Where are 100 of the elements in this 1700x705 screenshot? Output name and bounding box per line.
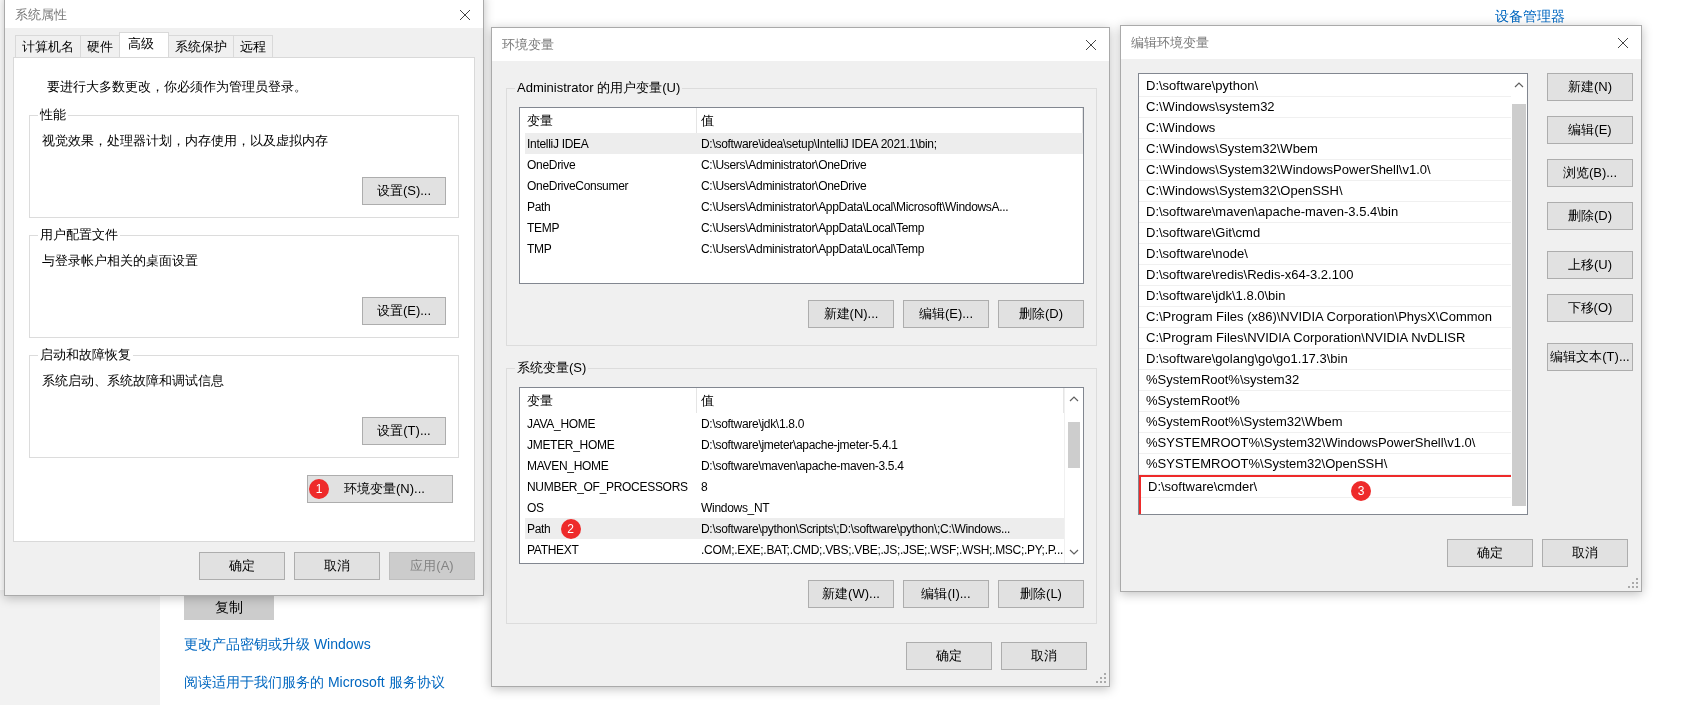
tab[interactable]: 计算机名 [15, 35, 81, 57]
variable-name: TMP [527, 241, 552, 256]
path-entry[interactable]: D:\software\golang\go\go1.17.3\bin [1139, 349, 1511, 370]
dialog-button[interactable]: 取消 [1001, 642, 1087, 670]
list-action-button[interactable]: 删除(D) [1547, 202, 1633, 230]
table-action-button[interactable]: 编辑(E)... [903, 300, 989, 328]
table-row[interactable]: OneDriveConsumer C:\Users\Administrator\OneDrive [525, 175, 1083, 196]
path-entry[interactable]: D:\software\Git\cmd [1139, 223, 1511, 244]
scroll-up-icon[interactable] [1069, 396, 1079, 402]
variable-value: C:\Users\Administrator\AppData\Local\Temp [700, 220, 926, 235]
environment-variables-button[interactable]: 1 环境变量(N)... [307, 475, 453, 503]
table-row[interactable]: TEMP C:\Users\Administrator\AppData\Local\Temp [525, 217, 1083, 238]
table-row[interactable]: TMP C:\Users\Administrator\AppData\Local\Temp [525, 238, 1083, 259]
table-row[interactable]: JAVA_HOME D:\software\jdk\1.8.0 [525, 413, 1064, 434]
list-action-button[interactable]: 下移(O) [1547, 294, 1633, 322]
settings-button[interactable]: 设置(T)... [362, 417, 446, 445]
settings-link[interactable]: 阅读适用于我们服务的 Microsoft 服务协议 [184, 674, 445, 694]
table-row[interactable]: PATHEXT .COM;.EXE;.BAT;.CMD;.VBS;.VBE;.JS;.JSE;.WSF;.WSH;.MSC;.PY;.P... [525, 539, 1064, 560]
settings-link[interactable]: 更改产品密钥或升级 Windows [184, 636, 371, 656]
table-action-button[interactable]: 编辑(I)... [903, 580, 989, 608]
table-row[interactable]: OS Windows_NT [525, 497, 1064, 518]
settings-button[interactable]: 设置(E)... [362, 297, 446, 325]
variable-value: D:\software\maven\apache-maven-3.5.4 [700, 458, 905, 473]
column-header[interactable]: 值 [697, 388, 1064, 413]
scroll-up-icon[interactable] [1514, 82, 1524, 88]
column-header[interactable]: 变量 [525, 388, 697, 413]
path-entry[interactable]: D:\software\jdk\1.8.0\bin [1139, 286, 1511, 307]
path-entry[interactable]: D:\software\redis\Redis-x64-3.2.100 [1139, 265, 1511, 286]
group-description: 视觉效果，处理器计划，内存使用，以及虚拟内存 [42, 132, 329, 150]
device-manager-link[interactable]: 设备管理器 [1495, 8, 1565, 26]
step-marker: 1 [309, 479, 329, 499]
variable-value: 8 [700, 479, 709, 494]
path-entry[interactable]: C:\Windows\System32\OpenSSH\ [1139, 181, 1511, 202]
variable-value: D:\software\jmeter\apache-jmeter-5.4.1 [700, 437, 899, 452]
table-row[interactable]: Path 2 D:\software\python\Scripts\;D:\software\python\;C:\Windows... [525, 518, 1064, 539]
list-action-button[interactable]: 新建(N) [1547, 73, 1633, 101]
variable-value: C:\Users\Administrator\AppData\Local\Microsoft\WindowsA... [700, 199, 1010, 214]
path-entry[interactable]: %SystemRoot% [1139, 391, 1511, 412]
resize-grip-icon[interactable] [1628, 578, 1638, 588]
close-icon[interactable] [1085, 38, 1097, 51]
dialog-button[interactable]: 确定 [906, 642, 992, 670]
table-row[interactable]: OneDrive C:\Users\Administrator\OneDrive [525, 154, 1083, 175]
table-row[interactable]: IntelliJ IDEA D:\software\idea\setup\IntelliJ IDEA 2021.1\bin; [525, 133, 1083, 154]
admin-notice: 要进行大多数更改，你必须作为管理员登录。 [47, 78, 308, 96]
path-entry[interactable]: C:\Program Files\NVIDIA Corporation\NVIDIA NvDLISR [1139, 328, 1511, 349]
tab[interactable]: 远程 [233, 35, 273, 57]
variable-value: C:\Users\Administrator\OneDrive [700, 178, 868, 193]
variable-name: OS [527, 500, 544, 515]
list-action-button[interactable]: 上移(U) [1547, 251, 1633, 279]
table-row[interactable]: NUMBER_OF_PROCESSORS 8 [525, 476, 1064, 497]
path-entry[interactable]: C:\Program Files (x86)\NVIDIA Corporation\PhysX\Common [1139, 307, 1511, 328]
path-entry[interactable]: D:\software\python\ [1139, 76, 1511, 97]
table-action-button[interactable]: 删除(L) [998, 580, 1084, 608]
table-row[interactable]: MAVEN_HOME D:\software\maven\apache-maven-3.5.4 [525, 455, 1064, 476]
path-entry[interactable]: %SYSTEMROOT%\System32\WindowsPowerShell\v1.0\ [1139, 433, 1511, 454]
tab[interactable]: 高级 [119, 32, 169, 57]
close-icon[interactable] [459, 8, 471, 21]
step-marker: 2 [560, 518, 581, 539]
list-action-button[interactable]: 浏览(B)... [1547, 159, 1633, 187]
window-title: 编辑环境变量 [1131, 33, 1209, 52]
dialog-button[interactable]: 确定 [199, 552, 285, 580]
path-entry[interactable]: C:\Windows\System32\WindowsPowerShell\v1.0\ [1139, 160, 1511, 181]
path-entry[interactable]: C:\Windows\system32 [1139, 97, 1511, 118]
path-entry[interactable]: %SYSTEMROOT%\System32\OpenSSH\ [1139, 454, 1511, 475]
group-title: Administrator 的用户变量(U) [515, 80, 683, 96]
list-action-button[interactable]: 编辑文本(T)... [1547, 343, 1633, 371]
settings-button[interactable]: 设置(S)... [362, 177, 446, 205]
group-title: 系统变量(S) [515, 360, 589, 376]
path-entry[interactable]: D:\software\node\ [1139, 244, 1511, 265]
scrollbar-thumb[interactable] [1068, 422, 1080, 468]
path-entry[interactable]: %SystemRoot%\system32 [1139, 370, 1511, 391]
variable-value: Windows_NT [700, 500, 771, 515]
dialog-button[interactable]: 确定 [1447, 539, 1533, 567]
step-marker: 3 [1351, 481, 1371, 501]
variable-name: Path [527, 521, 551, 536]
close-icon[interactable] [1617, 36, 1629, 49]
path-entry[interactable]: C:\Windows\System32\Wbem [1139, 139, 1511, 160]
list-action-button[interactable]: 编辑(E) [1547, 116, 1633, 144]
table-action-button[interactable]: 新建(N)... [808, 300, 894, 328]
table-row[interactable]: JMETER_HOME D:\software\jmeter\apache-jmeter-5.4.1 [525, 434, 1064, 455]
dialog-button[interactable]: 取消 [1542, 539, 1628, 567]
group-title: 用户配置文件 [38, 227, 120, 243]
scrollbar[interactable] [1064, 388, 1083, 563]
variable-name: TEMP [527, 220, 560, 235]
resize-grip-icon[interactable] [1096, 673, 1106, 683]
table-row[interactable]: Path C:\Users\Administrator\AppData\Local\Microsoft\WindowsA... [525, 196, 1083, 217]
scrollbar-thumb[interactable] [1512, 104, 1526, 506]
variable-name: Path [527, 199, 551, 214]
path-entry[interactable]: D:\software\maven\apache-maven-3.5.4\bin [1139, 202, 1511, 223]
variable-value: .COM;.EXE;.BAT;.CMD;.VBS;.VBE;.JS;.JSE;.WSF;.WSH;.MSC;.PY;.P... [700, 542, 1064, 557]
variable-value: D:\software\jdk\1.8.0 [700, 416, 806, 431]
path-entry[interactable]: C:\Windows [1139, 118, 1511, 139]
table-action-button[interactable]: 删除(D) [998, 300, 1084, 328]
group-title: 启动和故障恢复 [38, 347, 133, 363]
path-entry[interactable]: %SystemRoot%\System32\Wbem [1139, 412, 1511, 433]
copy-button[interactable]: 复制 [184, 596, 274, 620]
scroll-down-icon[interactable] [1069, 549, 1079, 555]
table-action-button[interactable]: 新建(W)... [808, 580, 894, 608]
variable-value: D:\software\idea\setup\IntelliJ IDEA 2021.1\bin; [700, 136, 938, 151]
dialog-button[interactable]: 取消 [294, 552, 380, 580]
